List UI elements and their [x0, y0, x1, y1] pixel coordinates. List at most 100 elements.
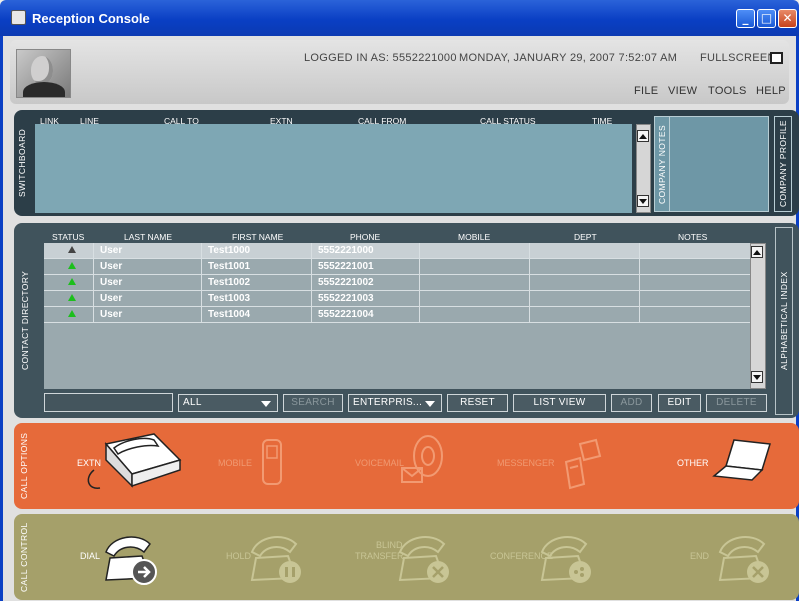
fullscreen-icon[interactable]: [770, 52, 783, 64]
last-name-cell: User: [94, 275, 202, 291]
scroll-up-arrow-icon[interactable]: [751, 246, 763, 258]
phone-cell: 5552221003: [312, 291, 420, 307]
menu-help[interactable]: HELP: [756, 85, 786, 97]
hold-phone-icon: [250, 536, 301, 583]
phone-cell: 5552221002: [312, 275, 420, 291]
chevron-down-icon: [425, 401, 435, 407]
scope-value: ENTERPRIS...: [353, 397, 423, 408]
status-online-icon: [68, 310, 76, 317]
first-name-cell: Test1001: [202, 259, 312, 275]
list-view-button[interactable]: LIST VIEW: [513, 394, 606, 412]
fullscreen-label[interactable]: FULLSCREEN: [700, 52, 776, 64]
reset-button[interactable]: RESET: [447, 394, 508, 412]
status-online-icon: [68, 294, 76, 301]
contact-directory-label: CONTACT DIRECTORY: [20, 270, 30, 371]
col-first-name[interactable]: FIRST NAME: [232, 232, 283, 242]
datetime-label: MONDAY, JANUARY 29, 2007 7:52:07 AM: [459, 52, 678, 64]
end-label: END: [690, 551, 710, 561]
col-notes[interactable]: NOTES: [678, 232, 707, 242]
call-control-label: CALL CONTROL: [19, 522, 29, 592]
table-row[interactable]: User Test1003 5552221003: [44, 291, 750, 307]
col-call-to[interactable]: CALL TO: [164, 116, 199, 126]
messenger-label: MESSENGER: [497, 458, 555, 468]
mobile-phone-icon: [262, 439, 282, 485]
first-name-cell: Test1002: [202, 275, 312, 291]
table-row[interactable]: User Test1001 5552221001: [44, 259, 750, 275]
voicemail-label: VOICEMAIL: [355, 458, 405, 468]
end-phone-icon: [718, 536, 769, 583]
scroll-down-arrow-icon[interactable]: [637, 195, 649, 207]
col-status[interactable]: STATUS: [52, 232, 84, 242]
col-dept[interactable]: DEPT: [574, 232, 597, 242]
col-line[interactable]: LINE: [80, 116, 99, 126]
title-bar: Reception Console _ □ ✕: [0, 0, 799, 36]
status-online-icon: [68, 262, 76, 269]
laptop-icon: [712, 439, 771, 481]
delete-button[interactable]: DELETE: [706, 394, 767, 412]
status-cell: [44, 243, 94, 259]
close-button[interactable]: ✕: [778, 9, 797, 28]
col-link[interactable]: LINK: [40, 116, 59, 126]
scroll-up-arrow-icon[interactable]: [637, 130, 649, 142]
add-button[interactable]: ADD: [611, 394, 652, 412]
status-cell: [44, 259, 94, 275]
status-cell: [44, 307, 94, 323]
menu-tools[interactable]: TOOLS: [708, 85, 747, 97]
col-phone[interactable]: PHONE: [350, 232, 380, 242]
first-name-cell: Test1004: [202, 307, 312, 323]
minimize-button[interactable]: _: [736, 9, 755, 28]
conference-phone-icon: [540, 536, 591, 583]
last-name-cell: User: [94, 307, 202, 323]
status-cell: [44, 291, 94, 307]
switchboard-list[interactable]: [35, 124, 632, 213]
logged-in-label: LOGGED IN AS: 5552221000: [304, 52, 457, 64]
col-extn[interactable]: EXTN: [270, 116, 293, 126]
first-name-cell: Test1000: [202, 243, 312, 259]
col-time[interactable]: TIME: [592, 116, 612, 126]
window-title: Reception Console: [32, 11, 150, 26]
transfer-phone-icon: [398, 536, 449, 583]
last-name-cell: User: [94, 259, 202, 275]
app-icon: [11, 10, 26, 25]
company-profile-label[interactable]: COMPANY PROFILE: [778, 116, 788, 212]
maximize-button[interactable]: □: [757, 9, 776, 28]
col-call-status[interactable]: CALL STATUS: [480, 116, 536, 126]
company-notes-label[interactable]: COMPANY NOTES: [657, 116, 667, 212]
status-online-icon: [68, 278, 76, 285]
switchboard-label: SWITCHBOARD: [17, 128, 27, 198]
desk-phone-icon: [87, 433, 182, 489]
status-offline-icon: [68, 246, 76, 253]
table-row[interactable]: User Test1004 5552221004: [44, 307, 750, 323]
other-label: OTHER: [677, 458, 709, 468]
filter-value: ALL: [183, 397, 202, 408]
messenger-icon: [564, 438, 602, 490]
last-name-cell: User: [94, 243, 202, 259]
menu-view[interactable]: VIEW: [668, 85, 697, 97]
dial-phone-icon: [105, 536, 157, 585]
call-options-label: CALL OPTIONS: [19, 432, 29, 500]
filter-select[interactable]: ALL: [178, 394, 278, 412]
col-mobile[interactable]: MOBILE: [458, 232, 490, 242]
menu-file[interactable]: FILE: [634, 85, 658, 97]
voicemail-icon: [401, 435, 443, 483]
search-input[interactable]: [44, 393, 173, 412]
table-row[interactable]: User Test1002 5552221002: [44, 275, 750, 291]
first-name-cell: Test1003: [202, 291, 312, 307]
company-notes-box[interactable]: [654, 116, 769, 212]
phone-cell: 5552221004: [312, 307, 420, 323]
status-cell: [44, 275, 94, 291]
scroll-down-arrow-icon[interactable]: [751, 371, 763, 383]
chevron-down-icon: [261, 401, 271, 407]
table-row[interactable]: User Test1000 5552221000: [44, 243, 750, 259]
last-name-cell: User: [94, 291, 202, 307]
alphabetical-index-label[interactable]: ALPHABETICAL INDEX: [779, 227, 789, 415]
dial-label: DIAL: [80, 551, 101, 561]
user-avatar: [16, 49, 71, 98]
phone-cell: 5552221001: [312, 259, 420, 275]
col-last-name[interactable]: LAST NAME: [124, 232, 172, 242]
scope-select[interactable]: ENTERPRIS...: [348, 394, 442, 412]
search-button[interactable]: SEARCH: [283, 394, 343, 412]
edit-button[interactable]: EDIT: [658, 394, 701, 412]
contacts-scrollbar[interactable]: [750, 243, 766, 389]
col-call-from[interactable]: CALL FROM: [358, 116, 406, 126]
